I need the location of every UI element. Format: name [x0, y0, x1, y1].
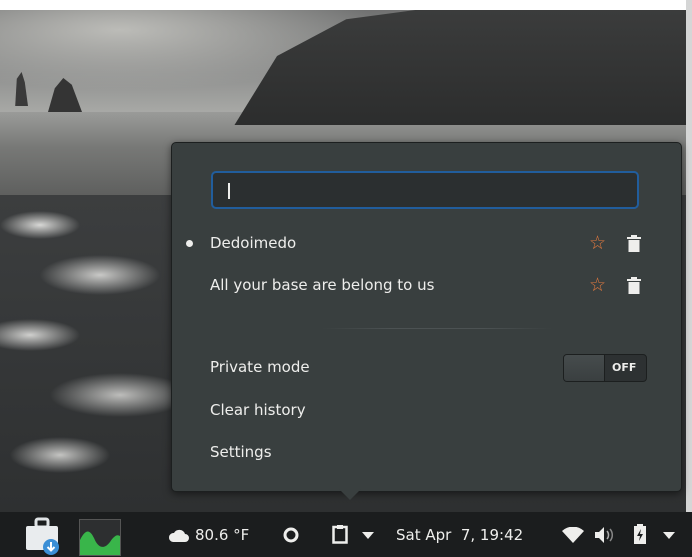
status-ring-icon[interactable]	[283, 527, 299, 543]
text-cursor	[228, 183, 230, 199]
clipboard-popover: Dedoimedo ☆ All your base are belong to …	[171, 142, 682, 492]
clipboard-entry-label: All your base are belong to us	[210, 276, 435, 294]
weather-cloud-icon[interactable]	[168, 527, 190, 543]
clock[interactable]: Sat Apr 7, 19:42	[396, 526, 523, 544]
clipboard-search-input[interactable]	[211, 171, 639, 209]
clear-history-item[interactable]: Clear history	[210, 401, 306, 419]
wallpaper-top-edge	[0, 0, 692, 10]
trash-icon[interactable]	[627, 277, 641, 294]
star-outline-icon[interactable]: ☆	[589, 231, 606, 255]
software-center-icon[interactable]	[24, 517, 62, 555]
menu-separator	[322, 328, 552, 329]
clipboard-entry-label: Dedoimedo	[210, 234, 297, 252]
clipboard-icon[interactable]	[332, 524, 348, 544]
wifi-icon[interactable]	[562, 527, 584, 543]
clipboard-entry[interactable]: All your base are belong to us ☆	[172, 269, 681, 303]
chevron-down-icon[interactable]	[362, 532, 374, 540]
private-mode-label: Private mode	[210, 358, 310, 376]
chevron-down-icon[interactable]	[663, 532, 675, 540]
trash-icon[interactable]	[627, 235, 641, 252]
battery-icon[interactable]	[634, 524, 646, 544]
volume-icon[interactable]	[595, 527, 615, 543]
system-monitor-icon[interactable]	[79, 519, 121, 556]
settings-item[interactable]: Settings	[210, 443, 272, 461]
wallpaper-right-edge	[686, 0, 692, 512]
clipboard-entry[interactable]: Dedoimedo ☆	[172, 227, 681, 261]
switch-state-label: OFF	[612, 361, 637, 374]
switch-knob[interactable]	[564, 355, 605, 381]
weather-temperature[interactable]: 80.6 °F	[195, 526, 249, 544]
popover-arrow	[339, 489, 361, 500]
private-mode-switch[interactable]: OFF	[563, 354, 647, 382]
star-outline-icon[interactable]: ☆	[589, 273, 606, 297]
active-entry-dot	[186, 240, 193, 247]
